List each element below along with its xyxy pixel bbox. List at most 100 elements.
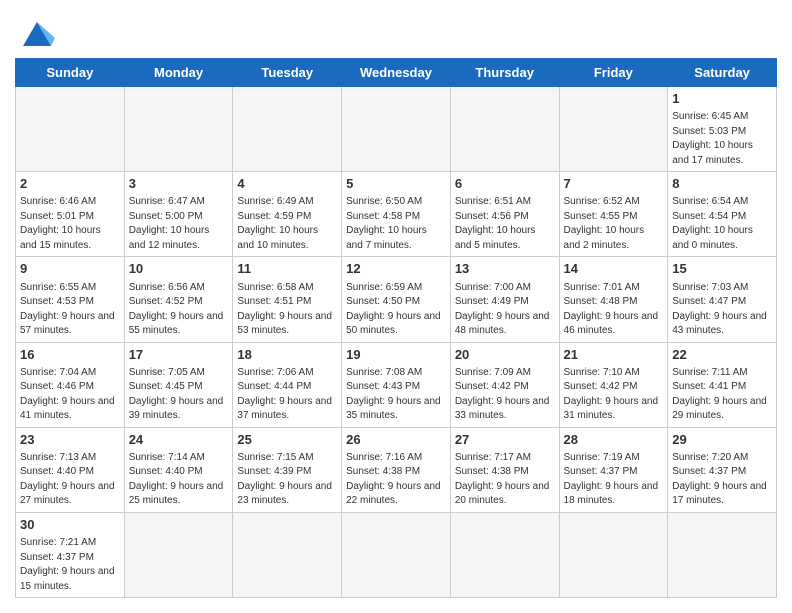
calendar-week-row: 16 Sunrise: 7:04 AM Sunset: 4:46 PM Dayli… (16, 342, 777, 427)
calendar-cell: 18 Sunrise: 7:06 AM Sunset: 4:44 PM Dayli… (233, 342, 342, 427)
calendar-cell: 8 Sunrise: 6:54 AM Sunset: 4:54 PM Daylig… (668, 172, 777, 257)
day-info: Sunrise: 7:06 AM Sunset: 4:44 PM Dayligh… (237, 366, 337, 424)
calendar-header-thursday: Thursday (450, 59, 559, 87)
calendar-cell (124, 87, 233, 172)
calendar-cell: 10Sunrise: 6:56 AM Sunset: 4:52 PM Dayli… (124, 257, 233, 342)
day-info: Sunrise: 7:01 AM Sunset: 4:48 PM Dayligh… (564, 281, 664, 339)
day-info: Sunrise: 7:13 AM Sunset: 4:40 PM Dayligh… (20, 451, 120, 509)
page: SundayMondayTuesdayWednesdayThursdayFrid… (0, 0, 792, 613)
calendar-cell: 7Sunrise: 6:52 AM Sunset: 4:55 PM Daylig… (559, 172, 668, 257)
day-info: Sunrise: 7:09 AM Sunset: 4:42 PM Dayligh… (455, 366, 555, 424)
calendar: SundayMondayTuesdayWednesdayThursdayFrid… (15, 58, 777, 598)
logo-icon (19, 18, 55, 50)
day-number: 12 (346, 260, 446, 278)
calendar-cell: 20 Sunrise: 7:09 AM Sunset: 4:42 PM Dayli… (450, 342, 559, 427)
calendar-cell: 3Sunrise: 6:47 AM Sunset: 5:00 PM Daylig… (124, 172, 233, 257)
day-info: Sunrise: 7:17 AM Sunset: 4:38 PM Dayligh… (455, 451, 555, 509)
day-number: 15 (672, 260, 772, 278)
calendar-cell: 29Sunrise: 7:20 AM Sunset: 4:37 PM Dayli… (668, 427, 777, 512)
day-info: Sunrise: 7:14 AM Sunset: 4:40 PM Dayligh… (129, 451, 229, 509)
day-number: 24 (129, 431, 229, 449)
day-number: 30 (20, 516, 120, 534)
calendar-cell (233, 87, 342, 172)
calendar-header-tuesday: Tuesday (233, 59, 342, 87)
calendar-cell (342, 512, 451, 597)
day-number: 16 (20, 346, 120, 364)
day-number: 18 (237, 346, 337, 364)
calendar-cell: 22 Sunrise: 7:11 AM Sunset: 4:41 PM Dayli… (668, 342, 777, 427)
calendar-cell: 17 Sunrise: 7:05 AM Sunset: 4:45 PM Dayli… (124, 342, 233, 427)
day-number: 23 (20, 431, 120, 449)
calendar-cell (16, 87, 125, 172)
day-info: Sunrise: 6:56 AM Sunset: 4:52 PM Dayligh… (129, 281, 229, 339)
day-info: Sunrise: 7:15 AM Sunset: 4:39 PM Dayligh… (237, 451, 337, 509)
day-info: Sunrise: 7:05 AM Sunset: 4:45 PM Dayligh… (129, 366, 229, 424)
day-info: Sunrise: 6:50 AM Sunset: 4:58 PM Dayligh… (346, 195, 446, 253)
day-number: 20 (455, 346, 555, 364)
day-info: Sunrise: 6:52 AM Sunset: 4:55 PM Dayligh… (564, 195, 664, 253)
day-number: 2 (20, 175, 120, 193)
calendar-cell: 9 Sunrise: 6:55 AM Sunset: 4:53 PM Daylig… (16, 257, 125, 342)
day-info: Sunrise: 6:45 AM Sunset: 5:03 PM Dayligh… (672, 110, 772, 168)
calendar-cell: 30 Sunrise: 7:21 AM Sunset: 4:37 PM Dayli… (16, 512, 125, 597)
calendar-cell: 2Sunrise: 6:46 AM Sunset: 5:01 PM Daylig… (16, 172, 125, 257)
calendar-cell (233, 512, 342, 597)
logo (15, 18, 55, 50)
calendar-cell: 4 Sunrise: 6:49 AM Sunset: 4:59 PM Daylig… (233, 172, 342, 257)
header (15, 10, 777, 50)
day-number: 27 (455, 431, 555, 449)
day-number: 11 (237, 260, 337, 278)
day-info: Sunrise: 7:10 AM Sunset: 4:42 PM Dayligh… (564, 366, 664, 424)
calendar-header-row: SundayMondayTuesdayWednesdayThursdayFrid… (16, 59, 777, 87)
day-info: Sunrise: 6:49 AM Sunset: 4:59 PM Dayligh… (237, 195, 337, 253)
calendar-week-row: 2Sunrise: 6:46 AM Sunset: 5:01 PM Daylig… (16, 172, 777, 257)
day-info: Sunrise: 7:08 AM Sunset: 4:43 PM Dayligh… (346, 366, 446, 424)
calendar-cell: 25 Sunrise: 7:15 AM Sunset: 4:39 PM Dayli… (233, 427, 342, 512)
day-number: 26 (346, 431, 446, 449)
day-info: Sunrise: 6:54 AM Sunset: 4:54 PM Dayligh… (672, 195, 772, 253)
day-info: Sunrise: 6:55 AM Sunset: 4:53 PM Dayligh… (20, 281, 120, 339)
day-number: 19 (346, 346, 446, 364)
day-number: 28 (564, 431, 664, 449)
calendar-cell (124, 512, 233, 597)
calendar-header-saturday: Saturday (668, 59, 777, 87)
calendar-cell: 5Sunrise: 6:50 AM Sunset: 4:58 PM Daylig… (342, 172, 451, 257)
calendar-cell (559, 512, 668, 597)
day-info: Sunrise: 6:59 AM Sunset: 4:50 PM Dayligh… (346, 281, 446, 339)
day-number: 8 (672, 175, 772, 193)
calendar-week-row: 30 Sunrise: 7:21 AM Sunset: 4:37 PM Dayli… (16, 512, 777, 597)
calendar-cell: 11Sunrise: 6:58 AM Sunset: 4:51 PM Dayli… (233, 257, 342, 342)
day-info: Sunrise: 7:20 AM Sunset: 4:37 PM Dayligh… (672, 451, 772, 509)
calendar-cell: 28 Sunrise: 7:19 AM Sunset: 4:37 PM Dayli… (559, 427, 668, 512)
calendar-cell: 26 Sunrise: 7:16 AM Sunset: 4:38 PM Dayli… (342, 427, 451, 512)
calendar-cell: 12 Sunrise: 6:59 AM Sunset: 4:50 PM Dayli… (342, 257, 451, 342)
calendar-cell: 21Sunrise: 7:10 AM Sunset: 4:42 PM Dayli… (559, 342, 668, 427)
calendar-cell (450, 512, 559, 597)
day-info: Sunrise: 7:04 AM Sunset: 4:46 PM Dayligh… (20, 366, 120, 424)
calendar-cell: 27 Sunrise: 7:17 AM Sunset: 4:38 PM Dayli… (450, 427, 559, 512)
calendar-cell: 23 Sunrise: 7:13 AM Sunset: 4:40 PM Dayli… (16, 427, 125, 512)
day-info: Sunrise: 6:47 AM Sunset: 5:00 PM Dayligh… (129, 195, 229, 253)
calendar-cell (559, 87, 668, 172)
calendar-week-row: 23 Sunrise: 7:13 AM Sunset: 4:40 PM Dayli… (16, 427, 777, 512)
day-number: 13 (455, 260, 555, 278)
day-number: 9 (20, 260, 120, 278)
calendar-cell: 15Sunrise: 7:03 AM Sunset: 4:47 PM Dayli… (668, 257, 777, 342)
day-number: 25 (237, 431, 337, 449)
day-number: 4 (237, 175, 337, 193)
day-info: Sunrise: 6:51 AM Sunset: 4:56 PM Dayligh… (455, 195, 555, 253)
day-info: Sunrise: 7:00 AM Sunset: 4:49 PM Dayligh… (455, 281, 555, 339)
day-info: Sunrise: 7:16 AM Sunset: 4:38 PM Dayligh… (346, 451, 446, 509)
day-info: Sunrise: 7:19 AM Sunset: 4:37 PM Dayligh… (564, 451, 664, 509)
calendar-cell: 16 Sunrise: 7:04 AM Sunset: 4:46 PM Dayli… (16, 342, 125, 427)
day-info: Sunrise: 7:11 AM Sunset: 4:41 PM Dayligh… (672, 366, 772, 424)
day-number: 1 (672, 90, 772, 108)
calendar-cell: 1 Sunrise: 6:45 AM Sunset: 5:03 PM Daylig… (668, 87, 777, 172)
day-info: Sunrise: 7:21 AM Sunset: 4:37 PM Dayligh… (20, 536, 120, 594)
calendar-cell: 14Sunrise: 7:01 AM Sunset: 4:48 PM Dayli… (559, 257, 668, 342)
day-number: 22 (672, 346, 772, 364)
day-number: 17 (129, 346, 229, 364)
day-number: 6 (455, 175, 555, 193)
calendar-cell: 6 Sunrise: 6:51 AM Sunset: 4:56 PM Daylig… (450, 172, 559, 257)
calendar-header-monday: Monday (124, 59, 233, 87)
